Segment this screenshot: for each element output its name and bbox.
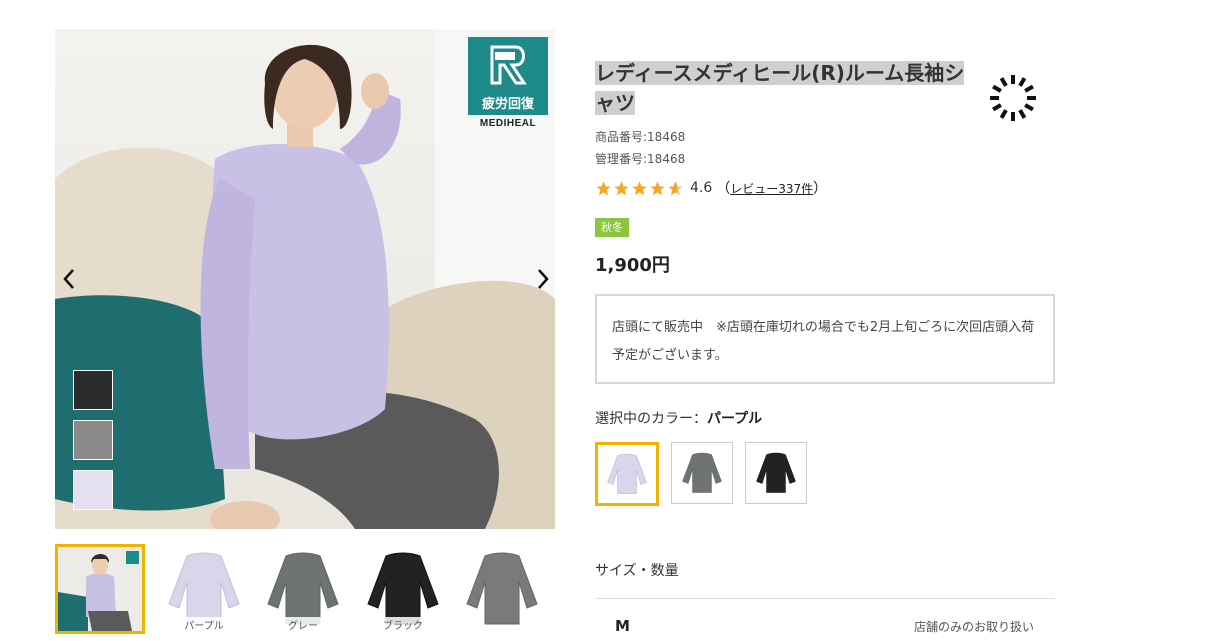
size-label-m[interactable]: M xyxy=(615,617,630,635)
thumbnail-3[interactable]: グレー xyxy=(258,544,348,634)
store-only-note: 店舗のみのお取り扱い xyxy=(914,620,1035,634)
main-product-image: 疲労回復 MEDIHEAL xyxy=(55,29,555,529)
color-selection-label: 選択中のカラー：パープル xyxy=(595,408,1055,428)
selected-color-name: パープル xyxy=(707,411,763,427)
overlay-swatch-purple[interactable] xyxy=(73,470,113,510)
mediheal-badge: 疲労回復 MEDIHEAL xyxy=(467,37,549,137)
gray-shirt-swatch xyxy=(682,452,722,493)
badge-box: 疲労回復 xyxy=(468,37,548,115)
battery-r-icon xyxy=(490,45,527,85)
review-open-paren: （ xyxy=(716,181,731,197)
product-title-text: レディースメディヒール(R)ルーム長袖シャツ xyxy=(595,61,965,115)
overlay-swatch-black[interactable] xyxy=(73,370,113,410)
product-price: 1,900円 xyxy=(595,255,670,276)
management-number: 管理番号:18468 xyxy=(595,152,686,166)
prev-image-button[interactable] xyxy=(55,265,83,293)
thumbnail-4[interactable]: ブラック xyxy=(358,544,448,634)
thumbnail-label: グレー xyxy=(284,617,322,632)
product-number: 商品番号:18468 xyxy=(595,130,686,144)
review-close-paren: ） xyxy=(813,181,828,197)
product-meta: 商品番号:18468 管理番号:18468 xyxy=(595,126,1055,170)
thumbnail-model-image xyxy=(58,547,142,631)
color-options xyxy=(595,442,1055,506)
size-quantity-heading: サイズ・数量 xyxy=(595,563,679,579)
color-label-prefix: 選択中のカラー： xyxy=(595,411,707,427)
thumbnail-2[interactable]: パープル xyxy=(159,544,249,634)
star-half-icon xyxy=(668,180,683,195)
gray-back-shirt-image xyxy=(466,552,538,625)
size-divider xyxy=(595,598,1055,599)
store-notice: 店頭にて販売中 ※店頭在庫切れの場合でも2月上旬ごろに次回店頭入荷予定がございま… xyxy=(595,294,1055,384)
thumbnail-label: パープル xyxy=(180,617,228,632)
product-title: レディースメディヒール(R)ルーム長袖シャツ xyxy=(595,58,975,118)
thumbnail-5[interactable] xyxy=(457,544,547,634)
color-option-black[interactable] xyxy=(745,442,807,504)
overlay-swatch-gray[interactable] xyxy=(73,420,113,460)
color-option-purple[interactable] xyxy=(595,442,659,506)
chevron-right-icon xyxy=(538,269,549,289)
review-count-link[interactable]: レビュー337件 xyxy=(730,180,813,197)
black-shirt-swatch xyxy=(756,452,796,493)
loading-spinner-icon xyxy=(990,75,1036,121)
next-image-button[interactable] xyxy=(529,265,555,293)
thumbnail-label: ブラック xyxy=(379,617,427,632)
rating-stars xyxy=(595,180,684,197)
star-full-icon xyxy=(650,180,665,195)
badge-text: 疲労回復 xyxy=(481,97,534,112)
badge-brand: MEDIHEAL xyxy=(479,118,537,129)
rating-row: 4.6 （ レビュー337件 ） xyxy=(595,178,1055,198)
star-full-icon xyxy=(614,180,629,195)
chevron-left-icon xyxy=(63,269,74,289)
rating-value: 4.6 xyxy=(690,180,713,196)
purple-shirt-swatch xyxy=(607,453,647,494)
product-details: レディースメディヒール(R)ルーム長袖シャツ 商品番号:18468 管理番号:1… xyxy=(595,58,1055,506)
color-option-gray[interactable] xyxy=(671,442,733,504)
star-full-icon xyxy=(632,180,647,195)
thumbnail-1[interactable] xyxy=(55,544,145,634)
star-full-icon xyxy=(596,180,611,195)
season-tag: 秋冬 xyxy=(595,218,629,237)
